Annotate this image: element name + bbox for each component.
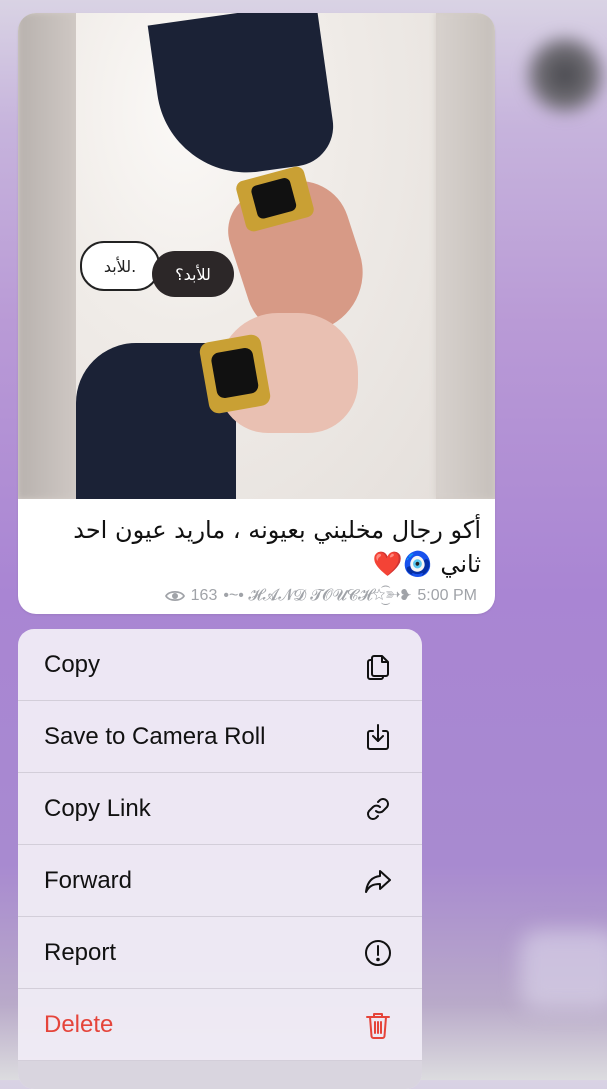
photo-blur-edge-left <box>18 13 78 499</box>
menu-item-forward[interactable]: Forward <box>18 845 422 917</box>
background-blur-shape <box>520 930 607 1010</box>
photo-speech-bubble-dark: للأبد؟ <box>152 251 234 297</box>
save-download-icon <box>367 723 389 750</box>
channel-signature: •~• 𝓗𝓐𝓝𝓓 𝓣𝓞𝓤𝓒𝓗☆͜͡➳❥ <box>223 587 412 604</box>
view-count: 163 <box>190 587 218 604</box>
background-avatar-blur <box>520 30 607 120</box>
menu-item-label: Report <box>44 938 117 966</box>
menu-item-label: Forward <box>44 866 133 894</box>
menu-item-copy-link[interactable]: Copy Link <box>18 773 422 845</box>
message-text: أكو رجال مخليني بعيونه ، ماريد عيون احد … <box>73 516 481 578</box>
menu-item-label: Delete <box>44 1010 114 1038</box>
message-photo[interactable]: للأبد. للأبد؟ <box>18 13 495 499</box>
message-time: 5:00 PM <box>417 587 477 604</box>
menu-item-label: Copy Link <box>44 794 151 822</box>
forward-arrow-icon <box>365 869 391 893</box>
menu-item-save-to-camera-roll[interactable]: Save to Camera Roll <box>18 701 422 773</box>
photo-speech-bubble-white: للأبد. <box>80 241 160 291</box>
menu-item-delete[interactable]: Delete <box>18 989 422 1061</box>
link-icon <box>367 797 389 820</box>
copy-icon <box>367 654 389 680</box>
eye-icon <box>164 590 185 602</box>
context-menu: Copy Save to Camera Roll Copy Link Forwa… <box>18 629 422 1089</box>
menu-item-copy[interactable]: Copy <box>18 629 422 701</box>
menu-item-label: Save to Camera Roll <box>44 722 266 750</box>
message-bubble[interactable]: للأبد. للأبد؟ أكو رجال مخليني بعيونه ، م… <box>18 13 495 614</box>
message-meta: 163 •~• 𝓗𝓐𝓝𝓓 𝓣𝓞𝓤𝓒𝓗☆͜͡➳❥ 5:00 PM <box>164 586 477 606</box>
trash-icon <box>366 1012 390 1039</box>
photo-blur-edge-right <box>435 13 495 499</box>
exclamation-circle-icon <box>365 939 391 966</box>
photo-watch-bottom <box>198 333 272 415</box>
menu-item-report[interactable]: Report <box>18 917 422 989</box>
menu-item-label: Copy <box>44 650 101 678</box>
menu-section-gap <box>18 1061 422 1089</box>
